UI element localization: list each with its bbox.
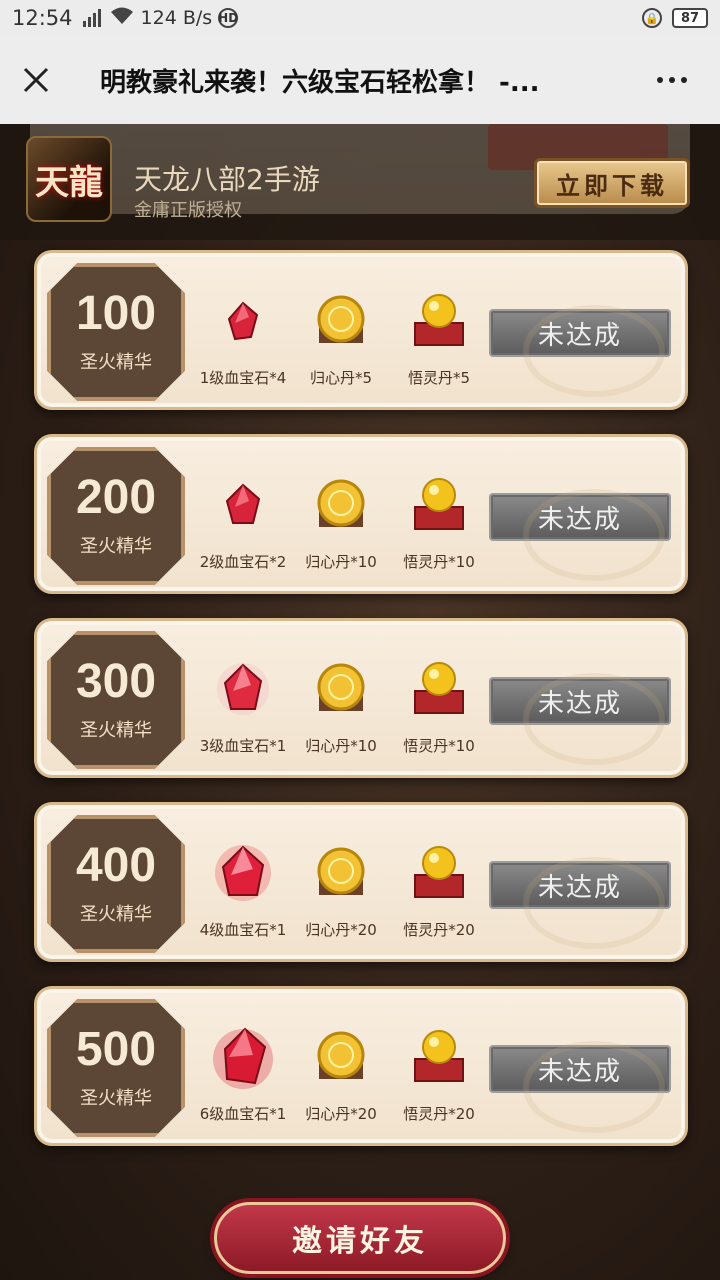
blood-gem-icon [213,1027,273,1089]
game-subtitle: 金庸正版授权 [134,200,242,221]
rotation-lock-icon: 🔒 [642,8,662,28]
reward-item-guixin: 归心丹*20 [291,1025,391,1124]
blood-gem-icon [225,483,261,524]
reward-item-wuling: 悟灵丹*20 [389,841,489,940]
battery-icon: 87 [672,8,708,28]
game-logo: 天龍 [26,136,112,222]
download-button[interactable]: 立即下载 [534,158,690,208]
reward-item-gem: 4级血宝石*1 [193,841,293,940]
status-button[interactable]: 未达成 [489,1045,671,1093]
wifi-icon [109,6,135,31]
game-name: 天龙八部2手游 [134,163,320,196]
blood-gem-icon [215,845,271,901]
reward-item-guixin: 归心丹*20 [291,841,391,940]
reward-item-label: 悟灵丹*10 [403,553,475,571]
points-badge: 300 圣火精华 [47,631,185,769]
guixin-pill-icon [317,1031,365,1079]
points-badge: 500 圣火精华 [47,999,185,1137]
title-bar: 明教豪礼来袭！六级宝石轻松拿！ -... [0,36,720,124]
invite-friends-button[interactable]: 邀请好友 [214,1202,506,1274]
status-button[interactable]: 未达成 [489,861,671,909]
points-unit: 圣火精华 [80,536,152,557]
reward-item-guixin: 归心丹*10 [291,473,391,572]
status-button[interactable]: 未达成 [489,309,671,357]
reward-item-label: 悟灵丹*10 [403,737,475,755]
points-badge: 400 圣火精华 [47,815,185,953]
wuling-pill-icon [414,294,464,346]
points-value: 100 [75,287,157,340]
reward-item-label: 6级血宝石*1 [199,1105,287,1123]
points-value: 300 [75,655,157,708]
points-unit: 圣火精华 [80,352,152,373]
activity-page: 天龍 天龙八部2手游 金庸正版授权 立即下载 100 圣火精华 1级血宝石*4 … [0,124,720,1280]
hd-icon: HD [218,8,238,28]
points-badge: 100 圣火精华 [47,263,185,401]
reward-item-label: 归心丹*10 [305,737,377,755]
guixin-pill-icon [317,847,365,895]
reward-item-label: 1级血宝石*4 [199,369,287,387]
points-unit: 圣火精华 [80,720,152,741]
points-unit: 圣火精华 [80,1088,152,1109]
blood-gem-icon [227,301,259,341]
more-menu-button[interactable] [624,36,720,124]
reward-item-gem: 6级血宝石*1 [193,1025,293,1124]
signal-icon [82,9,101,27]
status-button[interactable]: 未达成 [489,493,671,541]
reward-item-guixin: 归心丹*10 [291,657,391,756]
reward-item-guixin: 归心丹*5 [291,289,391,388]
guixin-pill-icon [317,295,365,343]
reward-item-gem: 1级血宝石*4 [193,289,293,388]
wuling-pill-icon [414,478,464,530]
points-unit: 圣火精华 [80,904,152,925]
reward-item-label: 归心丹*20 [305,1105,377,1123]
reward-item-gem: 3级血宝石*1 [193,657,293,756]
status-time: 12:54 [12,6,73,30]
reward-item-wuling: 悟灵丹*10 [389,473,489,572]
reward-item-label: 悟灵丹*20 [403,921,475,939]
reward-item-wuling: 悟灵丹*20 [389,1025,489,1124]
guixin-pill-icon [317,663,365,711]
page-title: 明教豪礼来袭！六级宝石轻松拿！ -... [100,67,540,98]
reward-item-label: 归心丹*20 [305,921,377,939]
close-button[interactable] [0,36,72,124]
reward-card-300: 300 圣火精华 3级血宝石*1 归心丹*10 悟灵丹*10 未达成 [34,618,688,778]
points-badge: 200 圣火精华 [47,447,185,585]
network-speed: 124 B/s [140,7,213,29]
blood-gem-icon [217,663,269,715]
reward-card-500: 500 圣火精华 6级血宝石*1 归心丹*20 悟灵丹*20 未达成 [34,986,688,1146]
reward-item-wuling: 悟灵丹*5 [389,289,489,388]
reward-item-label: 悟灵丹*5 [407,369,471,387]
reward-item-wuling: 悟灵丹*10 [389,657,489,756]
status-bar: 12:54 124 B/s HD 🔒 87 [0,0,720,36]
wuling-pill-icon [414,662,464,714]
reward-card-400: 400 圣火精华 4级血宝石*1 归心丹*20 悟灵丹*20 未达成 [34,802,688,962]
wuling-pill-icon [414,846,464,898]
close-icon [23,67,49,93]
points-value: 500 [75,1023,157,1076]
guixin-pill-icon [317,479,365,527]
status-button[interactable]: 未达成 [489,677,671,725]
wuling-pill-icon [414,1030,464,1082]
reward-item-label: 4级血宝石*1 [199,921,287,939]
reward-item-label: 2级血宝石*2 [199,553,287,571]
reward-item-label: 悟灵丹*20 [403,1105,475,1123]
reward-item-label: 归心丹*5 [309,369,373,387]
reward-item-gem: 2级血宝石*2 [193,473,293,572]
reward-item-label: 归心丹*10 [305,553,377,571]
reward-item-label: 3级血宝石*1 [199,737,287,755]
download-banner: 天龍 天龙八部2手游 金庸正版授权 立即下载 [0,124,720,240]
reward-card-100: 100 圣火精华 1级血宝石*4 归心丹*5 悟灵丹*5 未达成 [34,250,688,410]
points-value: 400 [75,839,157,892]
reward-card-200: 200 圣火精华 2级血宝石*2 归心丹*10 悟灵丹*10 未达成 [34,434,688,594]
points-value: 200 [75,471,157,524]
